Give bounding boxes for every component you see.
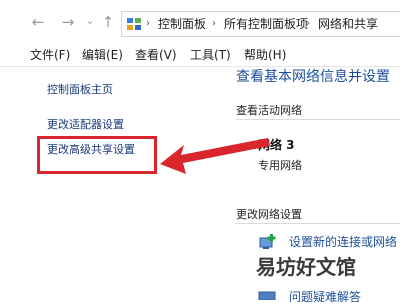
troubleshoot-link[interactable]: 问题疑难解答 [289,290,361,304]
forward-arrow-icon[interactable]: → [60,14,76,30]
network-name: 网络 3 [258,138,295,152]
menu-edit[interactable]: 编辑(E) [82,48,123,62]
active-networks-label: 查看活动网络 [236,104,302,117]
breadcrumb-separator-icon: › [146,18,150,29]
troubleshoot-icon [258,291,276,300]
back-arrow-icon[interactable]: ← [30,14,46,30]
recent-dropdown-icon[interactable]: ⌄ [82,14,98,30]
breadcrumb-network-sharing[interactable]: 网络和共享 [318,16,378,32]
menu-file[interactable]: 文件(F) [30,48,70,62]
section-divider [236,119,400,120]
address-bar-area: ← → ⌄ ↑ › 控制面板 › 所有控制面板项 › 网络和共享 [0,0,400,44]
page-title: 查看基本网络信息并设置 [236,69,390,85]
up-arrow-icon[interactable]: ↑ [100,14,116,30]
new-connection-icon [259,234,276,249]
sidebar-link-control-panel-home[interactable]: 控制面板主页 [47,83,113,97]
setup-new-connection-link[interactable]: 设置新的连接或网络 [289,235,397,249]
menu-tools[interactable]: 工具(T) [190,48,231,62]
control-panel-icon [127,18,141,30]
section-divider [236,223,400,224]
sidebar-link-change-adapter-settings[interactable]: 更改适配器设置 [47,118,124,132]
breadcrumb-control-panel[interactable]: 控制面板 [158,16,206,32]
sidebar [0,67,216,300]
menu-view[interactable]: 查看(V) [135,48,177,62]
breadcrumb-all-items[interactable]: 所有控制面板项 [224,16,308,32]
breadcrumb-separator-icon: › [212,18,216,29]
watermark: 易坊好文馆 [256,255,356,279]
highlight-box [37,136,157,174]
menu-bar: 文件(F) 编辑(E) 查看(V) 工具(T) 帮助(H) [0,44,400,67]
menu-help[interactable]: 帮助(H) [244,48,286,62]
breadcrumb-separator-icon: › [306,18,310,29]
change-network-settings-label: 更改网络设置 [236,208,302,221]
address-box[interactable]: › 控制面板 › 所有控制面板项 › 网络和共享 [121,11,400,37]
network-type: 专用网络 [258,159,302,172]
